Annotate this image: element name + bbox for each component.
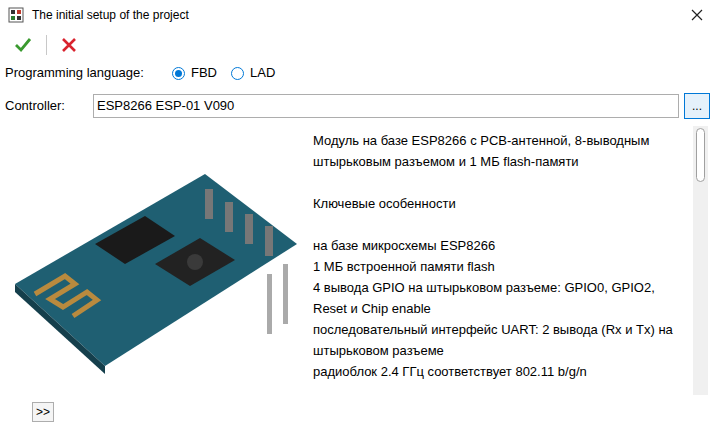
module-photo (5, 126, 305, 395)
toolbar (0, 30, 713, 60)
description: Модуль на базе ESP8266 с PCB-антенной, 8… (305, 126, 693, 395)
radio-label: FBD (191, 63, 217, 83)
bottom-bar: >> (0, 395, 713, 429)
description-line: последовательный интерфейс UART: 2 вывод… (313, 319, 693, 340)
description-line (313, 214, 693, 235)
scrollbar[interactable] (693, 126, 708, 395)
setup-dialog: The initial setup of the project Programm… (0, 0, 713, 429)
browse-button[interactable]: ... (684, 93, 710, 119)
close-icon[interactable] (691, 9, 703, 21)
description-line: штырьковым разъемом и 1 МБ flash-памяти (313, 151, 693, 172)
description-line: Ключевые особенности (313, 193, 693, 214)
scrollbar-thumb[interactable] (696, 128, 705, 182)
description-line: на базе микросхемы ESP8266 (313, 235, 693, 256)
language-row: Programming language: FBD LAD (0, 60, 713, 86)
window-title: The initial setup of the project (32, 6, 691, 24)
expand-button[interactable]: >> (32, 402, 54, 422)
confirm-check-icon[interactable] (14, 37, 32, 53)
title-bar: The initial setup of the project (0, 0, 713, 30)
radio-circle[interactable] (231, 67, 244, 80)
radio-dot (175, 70, 182, 77)
description-line: штырьковом разъеме (313, 340, 693, 361)
description-line: радиоблок 2.4 ГГц соответствует 802.11 b… (313, 361, 693, 382)
cancel-x-icon[interactable] (61, 37, 77, 53)
description-line (313, 172, 693, 193)
app-icon (8, 7, 24, 23)
radio-circle[interactable] (172, 67, 185, 80)
description-line: 1 МБ встроенной памяти flash (313, 256, 693, 277)
controller-field[interactable]: ESP8266 ESP-01 V090 (93, 94, 679, 118)
language-radio[interactable]: LAD (231, 63, 275, 83)
toolbar-separator (46, 35, 47, 55)
description-line: Модуль на базе ESP8266 с PCB-антенной, 8… (313, 130, 693, 151)
controller-label: Controller: (5, 96, 93, 116)
controller-row: Controller:ESP8266 ESP-01 V090... (0, 88, 713, 124)
language-options: FBD LAD (172, 63, 275, 83)
module-board-icon (5, 134, 301, 384)
language-label: Programming language: (5, 63, 172, 83)
content-area: Модуль на базе ESP8266 с PCB-антенной, 8… (0, 124, 713, 395)
language-radio[interactable]: FBD (172, 63, 217, 83)
description-line: Reset и Chip enable (313, 298, 693, 319)
radio-label: LAD (250, 63, 275, 83)
description-line: 4 вывода GPIO на штырьковом разъеме: GPI… (313, 277, 693, 298)
